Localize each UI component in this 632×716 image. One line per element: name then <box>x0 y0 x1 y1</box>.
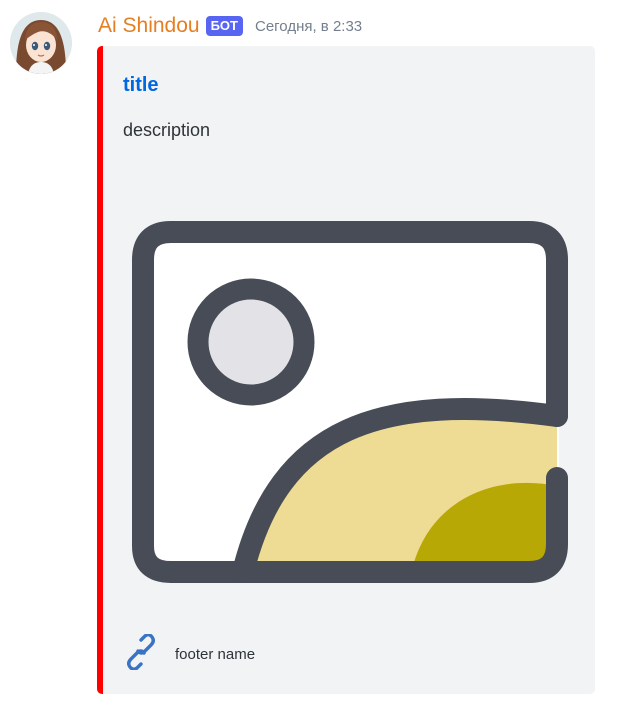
avatar[interactable] <box>10 12 72 74</box>
embed-footer: footer name <box>127 633 256 675</box>
image-placeholder-icon <box>132 221 568 583</box>
rich-embed: title description footer name <box>97 46 595 694</box>
bot-badge: БОТ <box>205 16 243 36</box>
chat-message: Ai Shindou БОТ Сегодня, в 2:33 title des… <box>0 0 632 716</box>
embed-description: description <box>123 120 211 140</box>
embed-image[interactable] <box>127 216 575 591</box>
message-timestamp: Сегодня, в 2:33 <box>254 17 363 35</box>
link-icon <box>127 633 155 675</box>
author-name[interactable]: Ai Shindou <box>98 14 200 38</box>
anime-avatar-image <box>10 12 72 74</box>
footer-text: footer name <box>175 646 256 663</box>
message-header: Ai Shindou БОТ Сегодня, в 2:33 <box>98 12 362 40</box>
embed-title[interactable]: title <box>123 74 159 97</box>
